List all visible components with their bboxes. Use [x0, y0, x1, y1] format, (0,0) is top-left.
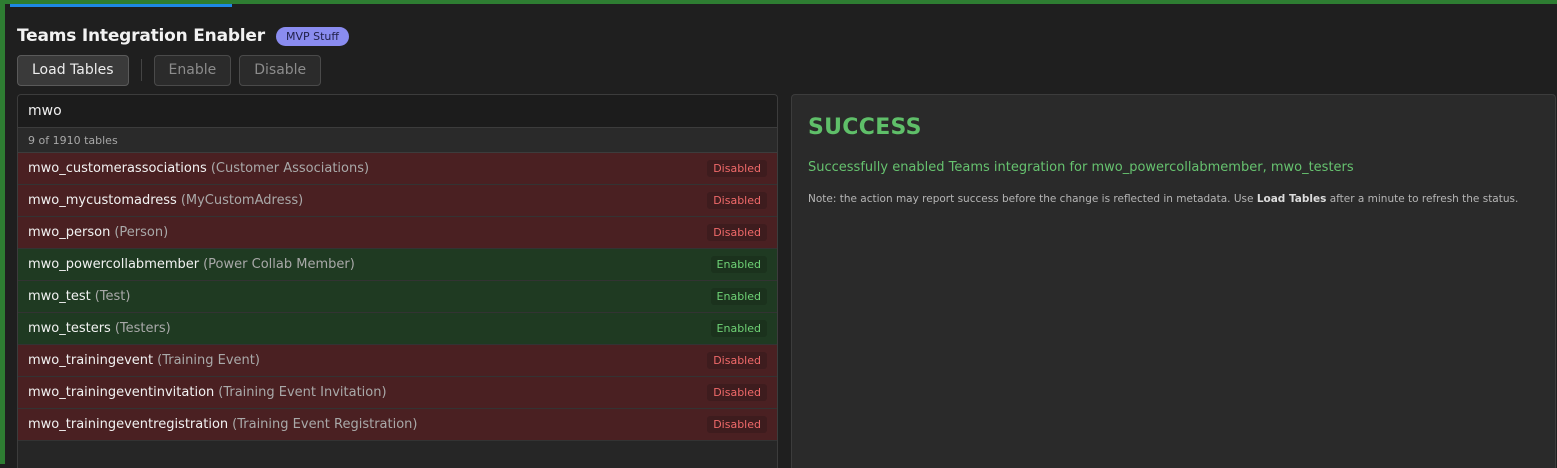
table-display-name: (Power Collab Member): [203, 257, 355, 272]
table-logical-name: mwo_person: [28, 225, 111, 240]
table-label: mwo_test (Test): [28, 289, 130, 304]
toolbar: Load Tables Enable Disable: [17, 54, 322, 86]
search-bar: [18, 95, 777, 128]
status-badge: Disabled: [707, 416, 767, 433]
enable-button[interactable]: Enable: [153, 54, 232, 86]
header: Teams Integration Enabler MVP Stuff: [17, 22, 349, 50]
table-label: mwo_mycustomadress (MyCustomAdress): [28, 193, 303, 208]
load-tables-button[interactable]: Load Tables: [17, 54, 129, 86]
table-logical-name: mwo_mycustomadress: [28, 193, 177, 208]
table-row[interactable]: mwo_trainingeventregistration (Training E…: [18, 409, 777, 441]
table-label: mwo_testers (Testers): [28, 321, 171, 336]
status-badge: Disabled: [707, 352, 767, 369]
status-badge: Disabled: [707, 384, 767, 401]
result-title: SUCCESS: [808, 115, 922, 140]
table-row[interactable]: mwo_test (Test) Enabled: [18, 281, 777, 313]
table-row[interactable]: mwo_customerassociations (Customer Associ…: [18, 153, 777, 185]
tables-panel: 9 of 1910 tables mwo_customerassociation…: [17, 94, 778, 468]
page-title: Teams Integration Enabler: [17, 26, 265, 46]
table-logical-name: mwo_trainingeventinvitation: [28, 385, 215, 400]
table-list: mwo_customerassociations (Customer Associ…: [18, 153, 777, 441]
table-row[interactable]: mwo_testers (Testers) Enabled: [18, 313, 777, 345]
table-label: mwo_trainingevent (Training Event): [28, 353, 260, 368]
table-row[interactable]: mwo_trainingevent (Training Event) Disable…: [18, 345, 777, 377]
note-suffix: after a minute to refresh the status.: [1329, 193, 1519, 205]
result-message: Successfully enabled Teams integration f…: [808, 160, 1354, 175]
status-badge: Enabled: [710, 288, 767, 305]
table-logical-name: mwo_trainingeventregistration: [28, 417, 229, 432]
table-display-name: (Training Event Invitation): [218, 385, 387, 400]
table-count: 9 of 1910 tables: [18, 128, 777, 153]
table-display-name: (Training Event Registration): [232, 417, 418, 432]
table-row[interactable]: mwo_person (Person) Disabled: [18, 217, 777, 249]
table-row[interactable]: mwo_trainingeventinvitation (Training Eve…: [18, 377, 777, 409]
table-logical-name: mwo_trainingevent: [28, 353, 154, 368]
status-badge: Disabled: [707, 224, 767, 241]
status-badge: Disabled: [707, 192, 767, 209]
table-display-name: (Training Event): [157, 353, 260, 368]
top-accent-bar: [10, 4, 232, 7]
status-badge: Disabled: [707, 160, 767, 177]
table-row[interactable]: mwo_mycustomadress (MyCustomAdress) Disabl…: [18, 185, 777, 217]
table-display-name: (Test): [94, 289, 131, 304]
table-label: mwo_trainingeventinvitation (Training Eve…: [28, 385, 387, 400]
table-display-name: (Testers): [114, 321, 171, 336]
table-label: mwo_powercollabmember (Power Collab Membe…: [28, 257, 355, 272]
table-row[interactable]: mwo_powercollabmember (Power Collab Membe…: [18, 249, 777, 281]
search-input[interactable]: [28, 103, 728, 119]
table-display-name: (Customer Associations): [210, 161, 370, 176]
note-prefix: Note: the action may report success befo…: [808, 193, 1254, 205]
table-display-name: (Person): [114, 225, 169, 240]
note-bold: Load Tables: [1256, 193, 1327, 205]
table-logical-name: mwo_customerassociations: [28, 161, 207, 176]
status-badge: Enabled: [710, 320, 767, 337]
table-label: mwo_trainingeventregistration (Training E…: [28, 417, 418, 432]
table-display-name: (MyCustomAdress): [180, 193, 304, 208]
table-label: mwo_customerassociations (Customer Associ…: [28, 161, 369, 176]
table-label: mwo_person (Person): [28, 225, 168, 240]
table-logical-name: mwo_testers: [28, 321, 111, 336]
app-window: Teams Integration Enabler MVP Stuff Load…: [0, 0, 1557, 468]
result-panel: SUCCESS Successfully enabled Teams integ…: [791, 94, 1556, 468]
table-logical-name: mwo_powercollabmember: [28, 257, 200, 272]
status-badge: Enabled: [710, 256, 767, 273]
result-note: Note: the action may report success befo…: [808, 193, 1539, 205]
table-logical-name: mwo_test: [28, 289, 91, 304]
toolbar-divider: [140, 59, 142, 81]
mvp-badge: MVP Stuff: [275, 26, 349, 46]
disable-button[interactable]: Disable: [239, 54, 322, 86]
